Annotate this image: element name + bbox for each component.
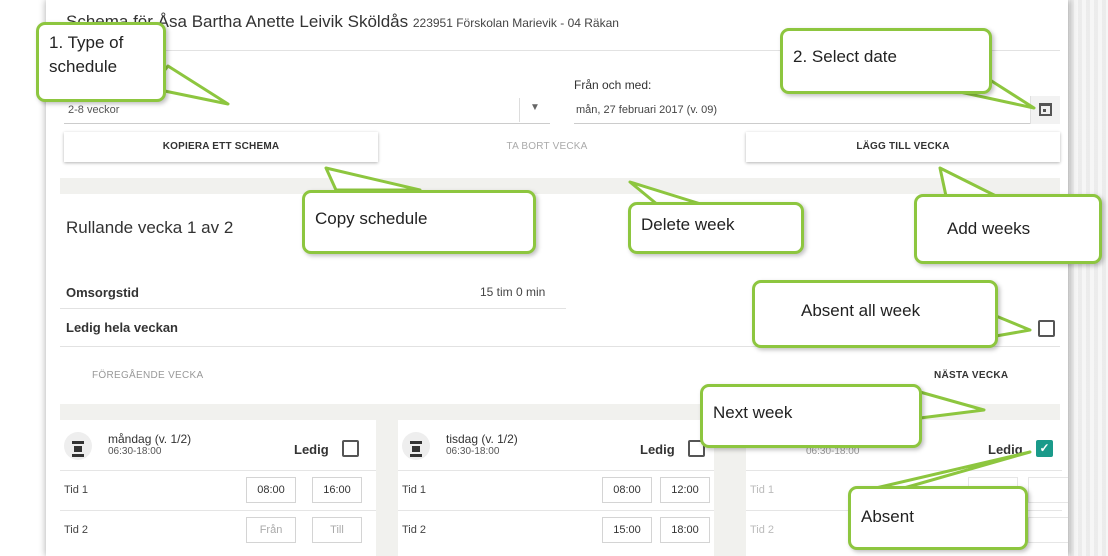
- divider: [519, 98, 520, 122]
- time-row-1: Tid 1 08:00 16:00: [60, 470, 376, 510]
- time-from-input[interactable]: 15:00: [602, 517, 652, 543]
- day-name: måndag (v. 1/2): [108, 432, 192, 446]
- care-time-label: Omsorgstid: [66, 285, 139, 300]
- calendar-button[interactable]: [1030, 96, 1060, 124]
- time-to-input: [1028, 517, 1068, 543]
- care-time-value: 15 tim 0 min: [480, 285, 546, 299]
- callout-add-weeks: Add weeks: [914, 194, 1102, 264]
- absent-checkbox-checked[interactable]: ✓: [1036, 440, 1053, 457]
- time-label: Tid 1: [750, 484, 775, 496]
- time-to-input[interactable]: 18:00: [660, 517, 710, 543]
- absent-label: Ledig: [988, 442, 1023, 457]
- divider: [60, 308, 566, 309]
- copy-schedule-button[interactable]: KOPIERA ETT SCHEMA: [64, 132, 378, 162]
- start-date-value: mån, 27 februari 2017 (v. 09): [576, 104, 718, 116]
- time-from-input[interactable]: Från: [246, 517, 296, 543]
- day-range: 06:30-18:00: [108, 446, 162, 457]
- absent-all-week-label: Ledig hela veckan: [66, 320, 178, 335]
- time-label: Tid 2: [402, 524, 427, 536]
- callout-absent: Absent: [848, 486, 1028, 550]
- day-card-tuesday: tisdag (v. 1/2) 06:30-18:00 Ledig Tid 1 …: [398, 420, 714, 556]
- schedule-type-value: 2-8 veckor: [68, 104, 120, 116]
- day-card-monday: måndag (v. 1/2) 06:30-18:00 Ledig Tid 1 …: [60, 420, 376, 556]
- day-range: 06:30-18:00: [446, 446, 500, 457]
- time-row-2: Tid 2 Från Till: [60, 510, 376, 550]
- previous-week-button[interactable]: FÖREGÅENDE VECKA: [92, 370, 204, 381]
- callout-delete-week: Delete week: [628, 202, 804, 254]
- callout-absent-all-week: Absent all week: [752, 280, 998, 348]
- next-week-button[interactable]: NÄSTA VECKA: [934, 370, 1008, 381]
- absent-checkbox[interactable]: [342, 440, 359, 457]
- page-edge-shadow: [1062, 0, 1108, 556]
- absent-label: Ledig: [640, 442, 675, 457]
- absent-label: Ledig: [294, 442, 329, 457]
- schedule-day-icon: [402, 432, 430, 460]
- callout-select-date: 2. Select date: [780, 28, 992, 94]
- time-label: Tid 2: [750, 524, 775, 536]
- time-to-input: [1028, 477, 1068, 503]
- delete-week-button[interactable]: TA BORT VECKA: [390, 132, 704, 162]
- child-name: Bartha Anette Leivik Sköldås: [191, 12, 409, 31]
- time-row-2: Tid 2 15:00 18:00: [398, 510, 714, 550]
- time-to-input[interactable]: Till: [312, 517, 362, 543]
- time-label: Tid 2: [64, 524, 89, 536]
- page-subtitle: 223951 Förskolan Marievik - 04 Räkan: [412, 16, 619, 30]
- section-separator: [60, 178, 1060, 194]
- callout-next-week: Next week: [700, 384, 922, 448]
- calendar-icon: [1039, 103, 1052, 116]
- time-from-input[interactable]: 08:00: [602, 477, 652, 503]
- absent-all-week-checkbox[interactable]: [1038, 320, 1055, 337]
- from-date-label: Från och med:: [574, 78, 652, 92]
- time-label: Tid 1: [402, 484, 427, 496]
- start-date-field[interactable]: mån, 27 februari 2017 (v. 09): [574, 96, 1060, 124]
- time-to-input[interactable]: 12:00: [660, 477, 710, 503]
- chevron-down-icon[interactable]: ▼: [524, 102, 546, 120]
- week-title: Rullande vecka 1 av 2: [66, 218, 234, 237]
- time-from-input[interactable]: 08:00: [246, 477, 296, 503]
- add-week-button[interactable]: LÄGG TILL VECKA: [746, 132, 1060, 162]
- time-label: Tid 1: [64, 484, 89, 496]
- time-to-input[interactable]: 16:00: [312, 477, 362, 503]
- day-name: tisdag (v. 1/2): [446, 432, 518, 446]
- schedule-day-icon: [64, 432, 92, 460]
- callout-type-of-schedule: 1. Type of schedule: [36, 22, 166, 102]
- callout-copy-schedule: Copy schedule: [302, 190, 536, 254]
- time-row-1: Tid 1 08:00 12:00: [398, 470, 714, 510]
